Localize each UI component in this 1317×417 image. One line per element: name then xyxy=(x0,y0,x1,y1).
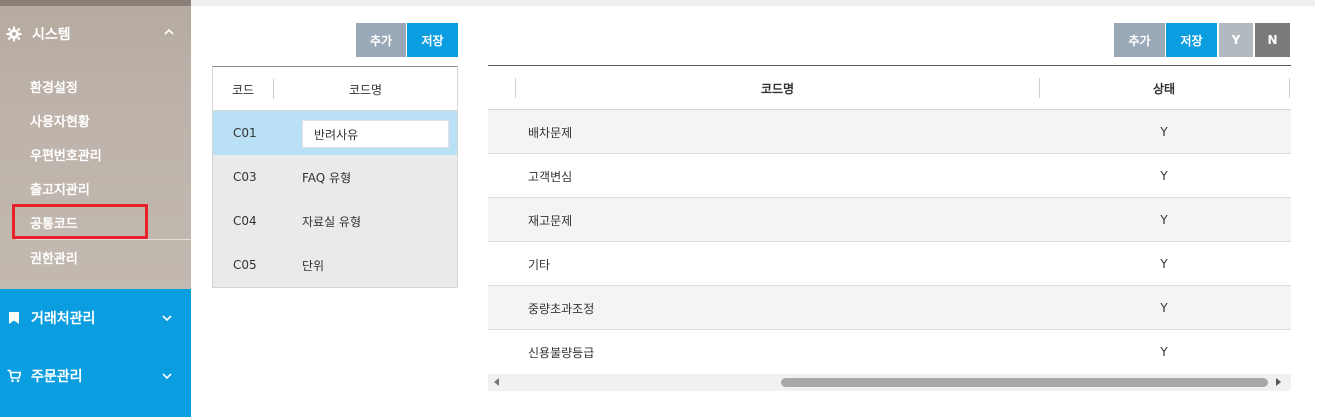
row-name: 자료실 유형 xyxy=(302,214,362,229)
scrollbar-thumb[interactable] xyxy=(781,378,1268,387)
scroll-right-arrow-icon[interactable] xyxy=(1276,378,1281,386)
table-row[interactable]: C03 FAQ 유형 xyxy=(213,155,457,199)
column-header-code-name[interactable]: 코드명 xyxy=(516,66,1039,110)
main-content: 추가 저장 코드 코드명 C01 반려사유 C03 FAQ 유형 C04 자료실… xyxy=(191,0,1317,417)
sidebar-menu-section: 거래처관리 주문관리 xyxy=(0,289,191,417)
table-row[interactable]: 기타 Y xyxy=(488,242,1291,286)
row-status: Y xyxy=(1160,345,1168,359)
column-divider xyxy=(1289,78,1290,98)
row-status: Y xyxy=(1160,301,1168,315)
right-add-button[interactable]: 추가 xyxy=(1114,23,1165,57)
scroll-left-arrow-icon[interactable] xyxy=(494,378,499,386)
chevron-up-icon[interactable] xyxy=(163,26,175,38)
table-row[interactable]: 배차문제 Y xyxy=(488,110,1291,154)
row-name: 기타 xyxy=(528,257,551,272)
row-name: 배차문제 xyxy=(528,125,573,140)
table-row[interactable]: C04 자료실 유형 xyxy=(213,199,457,243)
sidebar-top-strip xyxy=(0,0,191,6)
bookmark-icon xyxy=(9,312,19,324)
row-status: Y xyxy=(1160,169,1168,183)
cart-icon xyxy=(7,369,21,383)
table-row[interactable]: 고객변심 Y xyxy=(488,154,1291,198)
row-name: 고객변심 xyxy=(528,169,573,184)
set-n-button[interactable]: N xyxy=(1255,23,1290,57)
sidebar-divider xyxy=(16,239,191,240)
gear-icon xyxy=(6,26,22,42)
code-detail-grid-header: 코드명 상태 xyxy=(488,66,1291,110)
horizontal-scrollbar[interactable] xyxy=(488,374,1291,391)
row-status: Y xyxy=(1160,257,1168,271)
code-group-grid: 코드 코드명 C01 반려사유 C03 FAQ 유형 C04 자료실 유형 C0… xyxy=(212,66,458,288)
row-name: FAQ 유형 xyxy=(302,170,352,185)
row-status: Y xyxy=(1160,125,1168,139)
code-name-edit-input[interactable]: 반려사유 xyxy=(302,120,449,148)
column-header-code[interactable]: 코드 xyxy=(213,67,273,111)
sidebar-menu-orders-label: 주문관리 xyxy=(31,369,83,385)
sidebar-menu-clients-label: 거래처관리 xyxy=(31,311,96,327)
sidebar-item-permissions[interactable]: 권한관리 xyxy=(30,248,78,267)
left-save-button[interactable]: 저장 xyxy=(407,23,458,57)
row-name: 단위 xyxy=(302,258,325,273)
sidebar-item-shipping-origin[interactable]: 출고지관리 xyxy=(30,179,90,198)
sidebar-menu-orders[interactable]: 주문관리 xyxy=(0,361,191,391)
table-row[interactable]: 재고문제 Y xyxy=(488,198,1291,242)
sidebar: 시스템 환경설정 사용자현황 우편번호관리 출고지관리 공통코드 권한관리 거래… xyxy=(0,0,191,417)
sidebar-item-users[interactable]: 사용자현황 xyxy=(30,111,90,130)
row-name: 중량초과조정 xyxy=(528,301,595,316)
row-code: C01 xyxy=(233,126,257,140)
highlight-box xyxy=(12,204,148,239)
system-menu-section: 시스템 환경설정 사용자현황 우편번호관리 출고지관리 공통코드 권한관리 xyxy=(0,0,191,289)
sidebar-item-zipcode[interactable]: 우편번호관리 xyxy=(30,145,102,164)
column-header-code-name[interactable]: 코드명 xyxy=(274,67,457,111)
left-add-button[interactable]: 추가 xyxy=(356,23,406,57)
table-row[interactable]: 신용불량등급 Y xyxy=(488,330,1291,374)
chevron-down-icon[interactable] xyxy=(161,370,173,382)
system-menu-header[interactable]: 시스템 xyxy=(0,18,191,50)
set-y-button[interactable]: Y xyxy=(1219,23,1253,57)
row-status: Y xyxy=(1160,213,1168,227)
row-code: C05 xyxy=(233,258,257,272)
code-detail-grid: 코드명 상태 배차문제 Y 고객변심 Y 재고문제 Y 기타 Y 중량초과조정 … xyxy=(488,65,1291,391)
chevron-down-icon[interactable] xyxy=(161,312,173,324)
row-code: C04 xyxy=(233,214,257,228)
sidebar-item-settings[interactable]: 환경설정 xyxy=(30,77,78,96)
system-menu-label: 시스템 xyxy=(32,27,71,43)
table-row[interactable]: 중량초과조정 Y xyxy=(488,286,1291,330)
table-row[interactable]: C05 단위 xyxy=(213,243,457,287)
column-header-status[interactable]: 상태 xyxy=(1039,66,1289,110)
right-save-button[interactable]: 저장 xyxy=(1166,23,1217,57)
row-name: 재고문제 xyxy=(528,213,573,228)
sidebar-menu-clients[interactable]: 거래처관리 xyxy=(0,303,191,333)
row-name: 신용불량등급 xyxy=(528,345,595,360)
top-strip xyxy=(191,0,1315,6)
row-code: C03 xyxy=(233,170,257,184)
table-row-selected[interactable]: C01 반려사유 xyxy=(213,111,457,155)
code-group-grid-header: 코드 코드명 xyxy=(213,67,457,111)
